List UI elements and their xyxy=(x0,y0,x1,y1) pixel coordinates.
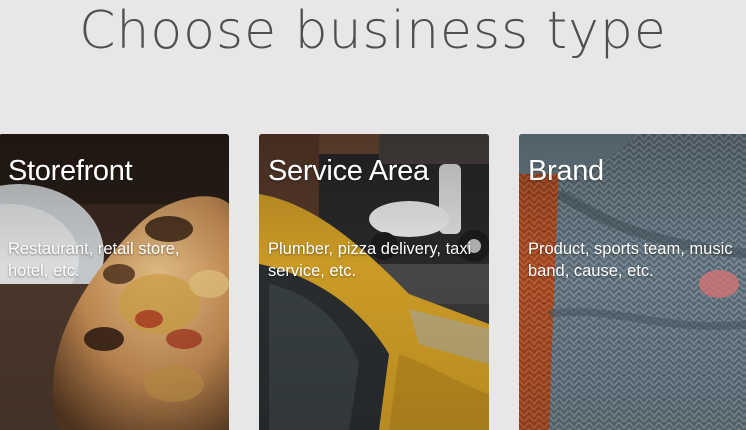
storefront-description: Restaurant, retail store, hotel, etc. xyxy=(8,240,180,280)
brand-title: Brand xyxy=(528,155,604,187)
page-title: Choose business type xyxy=(79,1,667,61)
brand-description: Product, sports team, music band, cause,… xyxy=(528,240,733,280)
service-area-title: Service Area xyxy=(268,155,429,187)
service-area-card[interactable]: Service Area Plumber, pizza delivery, ta… xyxy=(259,134,489,430)
storefront-title: Storefront xyxy=(8,155,133,187)
brand-card[interactable]: Brand Product, sports team, music band, … xyxy=(519,134,746,430)
service-area-description: Plumber, pizza delivery, taxi service, e… xyxy=(268,240,472,280)
storefront-card[interactable]: Storefront Restaurant, retail store, hot… xyxy=(0,134,229,430)
